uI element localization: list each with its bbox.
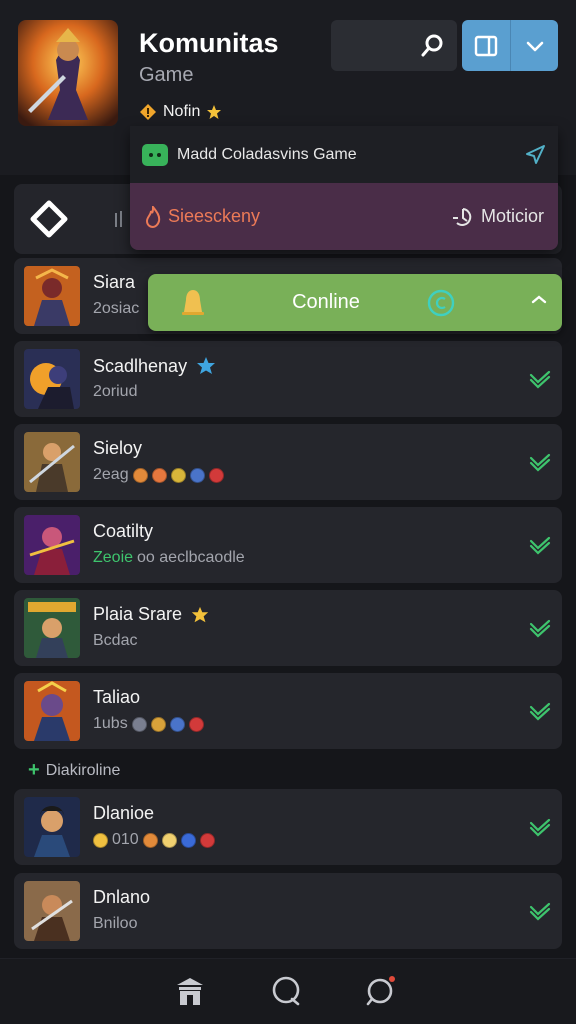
check-icon [528, 535, 552, 555]
check-icon [528, 618, 552, 638]
friend-status: Zeoie oo aeclbcaodle [93, 549, 245, 566]
flame-icon [144, 205, 162, 228]
plus-icon: + [28, 759, 40, 781]
emoji-icon [180, 832, 196, 848]
avatar [24, 515, 80, 575]
friend-status: Bniloo [93, 915, 138, 932]
monitor-option[interactable]: Moticior [481, 206, 544, 227]
friend-name: Siara [93, 272, 136, 292]
window-action-button[interactable] [462, 20, 558, 71]
check-icon [528, 817, 552, 837]
chat-icon[interactable] [270, 975, 302, 1007]
friend-name: Taliao [93, 687, 141, 707]
page-title: Komunitas [139, 28, 279, 58]
avatar [24, 681, 80, 741]
friend-name: Scadlhenay [93, 355, 217, 377]
menu-item-game[interactable]: Madd Coladasvins Game [130, 126, 558, 183]
friend-status: 2oriud [93, 383, 138, 400]
expand-dropdown-button[interactable] [510, 20, 558, 71]
star-icon [206, 104, 222, 120]
avatar [24, 797, 80, 857]
game-cover-image [18, 20, 118, 126]
friend-name: Dlanioe [93, 803, 155, 823]
home-icon[interactable] [174, 975, 206, 1007]
window-button[interactable] [462, 20, 510, 71]
notification-indicator[interactable]: Nofin [139, 100, 222, 124]
emoji-icon [142, 832, 158, 848]
avatar [24, 349, 80, 409]
filter-bars-icon[interactable] [114, 211, 126, 227]
check-icon [528, 452, 552, 472]
search-icon [419, 33, 445, 59]
bottom-navigation [0, 958, 576, 1024]
community-dropdown-menu: Madd Coladasvins Game Sieesckeny Moticio… [130, 126, 558, 250]
avatar [24, 598, 80, 658]
send-icon[interactable] [524, 144, 546, 166]
emoji-icon [170, 467, 186, 483]
friend-status: 2eag [93, 466, 224, 484]
emoji-icon [93, 832, 108, 848]
friend-name: Plaia Srare [93, 604, 210, 625]
check-icon [528, 901, 552, 921]
list-item[interactable]: Sieloy 2eag [14, 424, 562, 500]
chevron-down-icon [525, 39, 545, 53]
monitor-icon [451, 206, 475, 228]
emoji-icon [150, 716, 166, 732]
friend-name: Sieloy [93, 438, 143, 458]
avatar [24, 881, 80, 941]
friend-status: 010 [93, 831, 215, 849]
search-button[interactable] [331, 20, 457, 71]
list-item[interactable]: Coatilty Zeoie oo aeclbcaodle [14, 507, 562, 583]
subscribe-option[interactable]: Sieesckeny [168, 206, 451, 227]
emoji-icon [188, 716, 204, 732]
game-controller-icon [142, 143, 168, 166]
emoji-icon [151, 467, 167, 483]
friend-name: Dnlano [93, 887, 151, 907]
menu-item-subscribe-row: Sieesckeny Moticior [130, 183, 558, 250]
warning-diamond-icon [139, 103, 157, 121]
list-item[interactable]: Dnlano Bniloo [14, 873, 562, 949]
list-item[interactable]: Taliao 1ubs [14, 673, 562, 749]
emoji-icon [132, 467, 148, 483]
friend-status: 1ubs [93, 715, 204, 733]
friend-status: Bcdac [93, 632, 138, 649]
emoji-icon [189, 467, 205, 483]
emoji-icon [131, 716, 147, 732]
refresh-icon[interactable] [426, 288, 456, 318]
emoji-icon [169, 716, 185, 732]
section-header: + Diakiroline [28, 759, 121, 781]
online-status-banner[interactable]: Conline [148, 274, 562, 331]
chevron-down-icon[interactable] [530, 294, 548, 306]
notification-label: Nofin [163, 103, 201, 120]
menu-item-game-label: Madd Coladasvins Game [177, 145, 357, 163]
star-icon [190, 605, 210, 625]
page-subtitle: Game [139, 64, 194, 86]
notification-chat-icon[interactable] [364, 975, 398, 1007]
check-icon [528, 701, 552, 721]
emoji-icon [199, 832, 215, 848]
friend-status: 2osiac [93, 300, 140, 317]
window-icon [474, 35, 498, 57]
emoji-icon [208, 467, 224, 483]
list-item[interactable]: Scadlhenay 2oriud [14, 341, 562, 417]
emoji-icon [161, 832, 177, 848]
avatar [24, 266, 80, 326]
list-item[interactable]: Dlanioe 010 [14, 789, 562, 865]
friend-name: Coatilty [93, 521, 154, 541]
list-item[interactable]: Plaia Srare Bcdac [14, 590, 562, 666]
check-icon [528, 369, 552, 389]
star-icon [195, 355, 217, 377]
avatar [24, 432, 80, 492]
diamond-logo-icon[interactable] [30, 200, 68, 238]
